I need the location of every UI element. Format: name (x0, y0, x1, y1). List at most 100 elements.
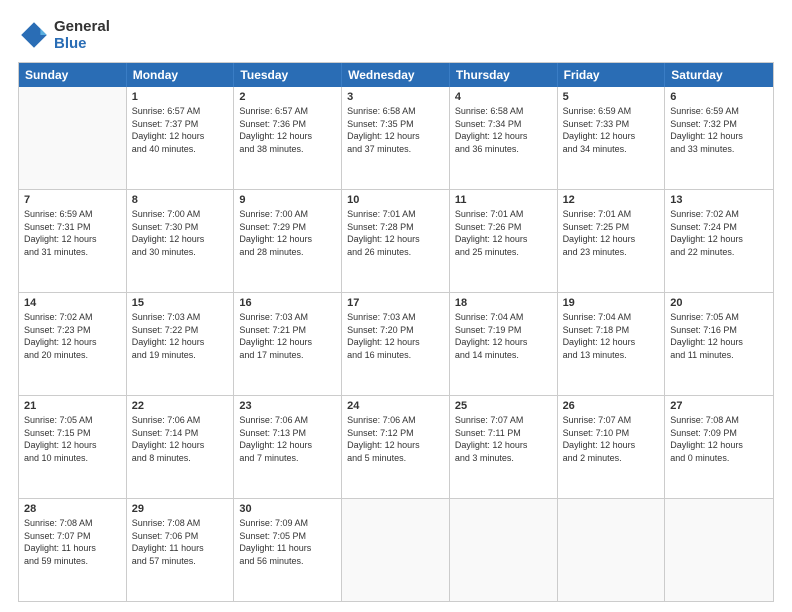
cal-cell: 21Sunrise: 7:05 AMSunset: 7:15 PMDayligh… (19, 396, 127, 498)
day-info: Sunrise: 7:03 AMSunset: 7:21 PMDaylight:… (239, 311, 336, 361)
day-number: 10 (347, 194, 444, 206)
day-info: Sunrise: 6:57 AMSunset: 7:37 PMDaylight:… (132, 105, 229, 155)
day-info: Sunrise: 6:59 AMSunset: 7:31 PMDaylight:… (24, 208, 121, 258)
day-number: 26 (563, 400, 660, 412)
day-number: 7 (24, 194, 121, 206)
day-number: 13 (670, 194, 768, 206)
day-info: Sunrise: 7:08 AMSunset: 7:06 PMDaylight:… (132, 517, 229, 567)
cal-cell (665, 499, 773, 601)
day-number: 18 (455, 297, 552, 309)
day-number: 8 (132, 194, 229, 206)
cal-cell: 13 Sunrise: 7:02 AMSunset: 7:24 PMDayligh… (665, 190, 773, 292)
cal-cell: 3 Sunrise: 6:58 AMSunset: 7:35 PMDaylight… (342, 87, 450, 189)
cal-cell (19, 87, 127, 189)
day-number: 24 (347, 400, 444, 412)
day-info: Sunrise: 7:06 AMSunset: 7:13 PMDaylight:… (239, 414, 336, 464)
cal-cell: 25 Sunrise: 7:07 AMSunset: 7:11 PMDayligh… (450, 396, 558, 498)
day-info: Sunrise: 7:00 AMSunset: 7:30 PMDaylight:… (132, 208, 229, 258)
day-info: Sunrise: 7:05 AMSunset: 7:16 PMDaylight:… (670, 311, 768, 361)
day-info: Sunrise: 7:08 AMSunset: 7:07 PMDaylight:… (24, 517, 121, 567)
day-number: 19 (563, 297, 660, 309)
col-header-sunday: Sunday (19, 63, 127, 87)
cal-cell: 9 Sunrise: 7:00 AMSunset: 7:29 PMDaylight… (234, 190, 342, 292)
cal-cell: 12 Sunrise: 7:01 AMSunset: 7:25 PMDayligh… (558, 190, 666, 292)
cal-cell: 29Sunrise: 7:08 AMSunset: 7:06 PMDayligh… (127, 499, 235, 601)
day-number: 6 (670, 91, 768, 103)
logo-icon (18, 19, 50, 51)
cal-cell: 28 Sunrise: 7:08 AMSunset: 7:07 PMDayligh… (19, 499, 127, 601)
cal-cell: 10Sunrise: 7:01 AMSunset: 7:28 PMDayligh… (342, 190, 450, 292)
calendar-header-row: SundayMondayTuesdayWednesdayThursdayFrid… (19, 63, 773, 87)
day-info: Sunrise: 6:58 AMSunset: 7:35 PMDaylight:… (347, 105, 444, 155)
day-info: Sunrise: 7:04 AMSunset: 7:19 PMDaylight:… (455, 311, 552, 361)
logo-text: General Blue (54, 18, 110, 52)
day-number: 11 (455, 194, 552, 206)
day-number: 22 (132, 400, 229, 412)
calendar: SundayMondayTuesdayWednesdayThursdayFrid… (18, 62, 774, 602)
day-info: Sunrise: 7:01 AMSunset: 7:26 PMDaylight:… (455, 208, 552, 258)
day-info: Sunrise: 6:57 AMSunset: 7:36 PMDaylight:… (239, 105, 336, 155)
day-number: 27 (670, 400, 768, 412)
cal-cell: 27 Sunrise: 7:08 AMSunset: 7:09 PMDayligh… (665, 396, 773, 498)
day-info: Sunrise: 7:07 AMSunset: 7:10 PMDaylight:… (563, 414, 660, 464)
day-info: Sunrise: 7:07 AMSunset: 7:11 PMDaylight:… (455, 414, 552, 464)
day-number: 1 (132, 91, 229, 103)
day-number: 25 (455, 400, 552, 412)
logo: General Blue (18, 18, 110, 52)
col-header-wednesday: Wednesday (342, 63, 450, 87)
cal-cell: 24Sunrise: 7:06 AMSunset: 7:12 PMDayligh… (342, 396, 450, 498)
day-info: Sunrise: 7:08 AMSunset: 7:09 PMDaylight:… (670, 414, 768, 464)
week-row-1: 1 Sunrise: 6:57 AMSunset: 7:37 PMDaylight… (19, 87, 773, 190)
day-number: 2 (239, 91, 336, 103)
day-number: 4 (455, 91, 552, 103)
day-info: Sunrise: 7:05 AMSunset: 7:15 PMDaylight:… (24, 414, 121, 464)
day-number: 20 (670, 297, 768, 309)
cal-cell: 7 Sunrise: 6:59 AMSunset: 7:31 PMDaylight… (19, 190, 127, 292)
cal-cell: 26 Sunrise: 7:07 AMSunset: 7:10 PMDayligh… (558, 396, 666, 498)
day-info: Sunrise: 7:02 AMSunset: 7:24 PMDaylight:… (670, 208, 768, 258)
week-row-4: 21Sunrise: 7:05 AMSunset: 7:15 PMDayligh… (19, 396, 773, 499)
cal-cell: 11 Sunrise: 7:01 AMSunset: 7:26 PMDayligh… (450, 190, 558, 292)
cal-cell: 8 Sunrise: 7:00 AMSunset: 7:30 PMDaylight… (127, 190, 235, 292)
cal-cell: 20 Sunrise: 7:05 AMSunset: 7:16 PMDayligh… (665, 293, 773, 395)
col-header-monday: Monday (127, 63, 235, 87)
day-info: Sunrise: 7:03 AMSunset: 7:22 PMDaylight:… (132, 311, 229, 361)
calendar-body: 1 Sunrise: 6:57 AMSunset: 7:37 PMDaylight… (19, 87, 773, 601)
day-number: 3 (347, 91, 444, 103)
day-number: 14 (24, 297, 121, 309)
cal-cell (558, 499, 666, 601)
day-number: 28 (24, 503, 121, 515)
cal-cell: 15Sunrise: 7:03 AMSunset: 7:22 PMDayligh… (127, 293, 235, 395)
day-number: 9 (239, 194, 336, 206)
day-info: Sunrise: 7:01 AMSunset: 7:25 PMDaylight:… (563, 208, 660, 258)
day-number: 17 (347, 297, 444, 309)
cal-cell: 6 Sunrise: 6:59 AMSunset: 7:32 PMDaylight… (665, 87, 773, 189)
day-info: Sunrise: 7:06 AMSunset: 7:14 PMDaylight:… (132, 414, 229, 464)
day-info: Sunrise: 7:03 AMSunset: 7:20 PMDaylight:… (347, 311, 444, 361)
day-info: Sunrise: 7:00 AMSunset: 7:29 PMDaylight:… (239, 208, 336, 258)
cal-cell: 5Sunrise: 6:59 AMSunset: 7:33 PMDaylight… (558, 87, 666, 189)
day-number: 16 (239, 297, 336, 309)
day-info: Sunrise: 6:59 AMSunset: 7:32 PMDaylight:… (670, 105, 768, 155)
day-info: Sunrise: 6:59 AMSunset: 7:33 PMDaylight:… (563, 105, 660, 155)
col-header-friday: Friday (558, 63, 666, 87)
day-info: Sunrise: 7:04 AMSunset: 7:18 PMDaylight:… (563, 311, 660, 361)
day-number: 12 (563, 194, 660, 206)
page: General Blue SundayMondayTuesdayWednesda… (0, 0, 792, 612)
cal-cell: 2 Sunrise: 6:57 AMSunset: 7:36 PMDaylight… (234, 87, 342, 189)
day-info: Sunrise: 6:58 AMSunset: 7:34 PMDaylight:… (455, 105, 552, 155)
cal-cell (342, 499, 450, 601)
cal-cell (450, 499, 558, 601)
day-info: Sunrise: 7:09 AMSunset: 7:05 PMDaylight:… (239, 517, 336, 567)
col-header-saturday: Saturday (665, 63, 773, 87)
cal-cell: 19 Sunrise: 7:04 AMSunset: 7:18 PMDayligh… (558, 293, 666, 395)
cal-cell: 16 Sunrise: 7:03 AMSunset: 7:21 PMDayligh… (234, 293, 342, 395)
cal-cell: 1 Sunrise: 6:57 AMSunset: 7:37 PMDaylight… (127, 87, 235, 189)
cal-cell: 30Sunrise: 7:09 AMSunset: 7:05 PMDayligh… (234, 499, 342, 601)
cal-cell: 17 Sunrise: 7:03 AMSunset: 7:20 PMDayligh… (342, 293, 450, 395)
col-header-thursday: Thursday (450, 63, 558, 87)
cal-cell: 18 Sunrise: 7:04 AMSunset: 7:19 PMDayligh… (450, 293, 558, 395)
cal-cell: 22 Sunrise: 7:06 AMSunset: 7:14 PMDayligh… (127, 396, 235, 498)
day-number: 23 (239, 400, 336, 412)
col-header-tuesday: Tuesday (234, 63, 342, 87)
